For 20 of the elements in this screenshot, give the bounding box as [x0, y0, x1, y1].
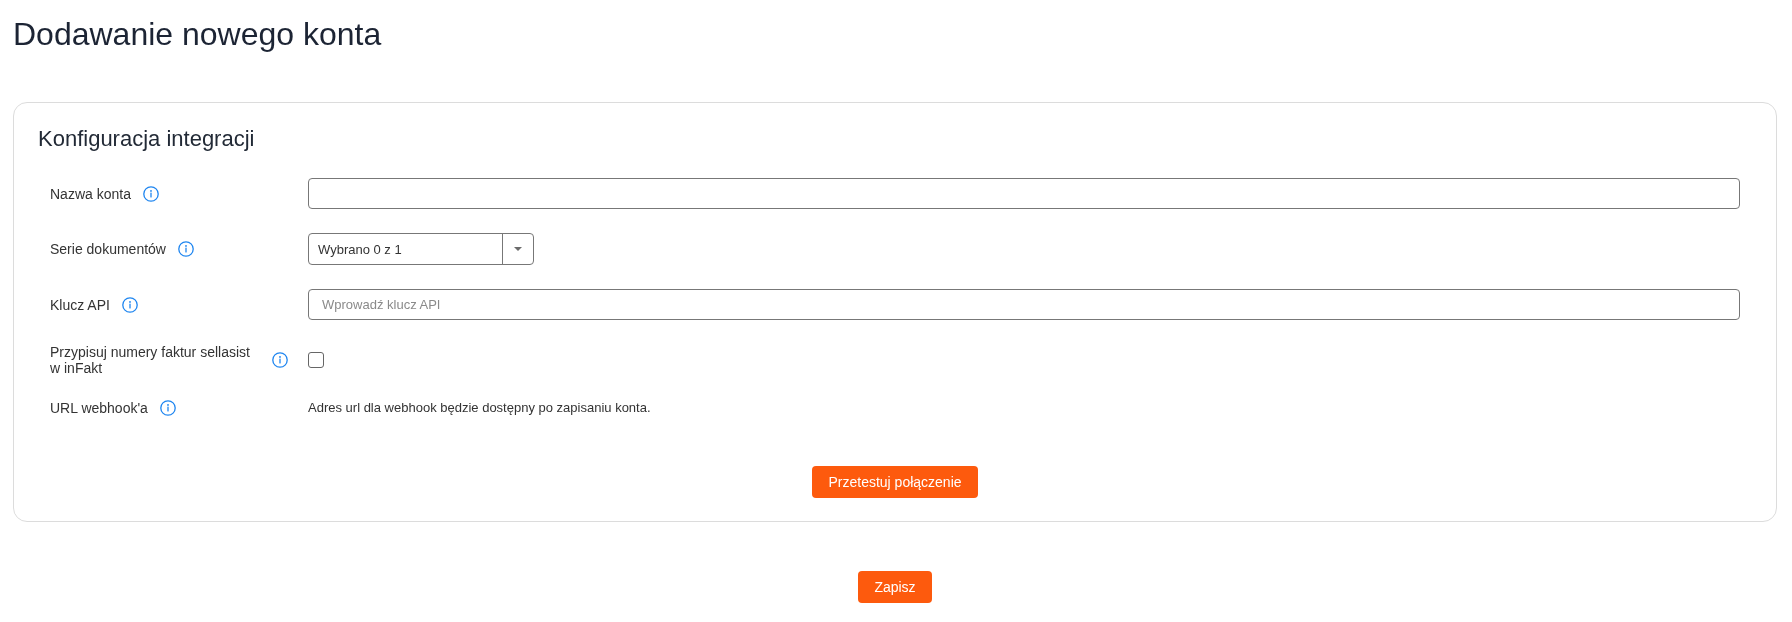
test-connection-button[interactable]: Przetestuj połączenie	[812, 466, 978, 498]
field-label: URL webhook'a	[50, 400, 148, 416]
info-icon[interactable]	[159, 400, 176, 416]
save-button[interactable]: Zapisz	[858, 571, 932, 603]
page-title: Dodawanie nowego konta	[13, 15, 383, 54]
info-icon[interactable]	[142, 185, 159, 202]
field-label: Przypisuj numery faktur sellasist w inFakt	[50, 344, 251, 376]
card-heading: Konfiguracja integracji	[38, 126, 256, 152]
select-dropdown[interactable]: Wybrano 0 z 1	[308, 233, 534, 265]
info-icon[interactable]	[177, 241, 194, 257]
field-label: Serie dokumentów	[50, 241, 166, 257]
info-icon[interactable]	[121, 296, 138, 313]
field-label: Klucz API	[50, 296, 110, 313]
info-text: Adres url dla webhook będzie dostępny po zapisaniu konta.	[308, 400, 651, 416]
info-icon[interactable]	[272, 352, 288, 368]
field-label: Nazwa konta	[50, 185, 131, 202]
input-field[interactable]: Wprowadź klucz API	[308, 289, 1740, 320]
input-field[interactable]	[308, 178, 1740, 209]
checkbox[interactable]	[308, 352, 324, 368]
caret-icon	[514, 247, 522, 251]
